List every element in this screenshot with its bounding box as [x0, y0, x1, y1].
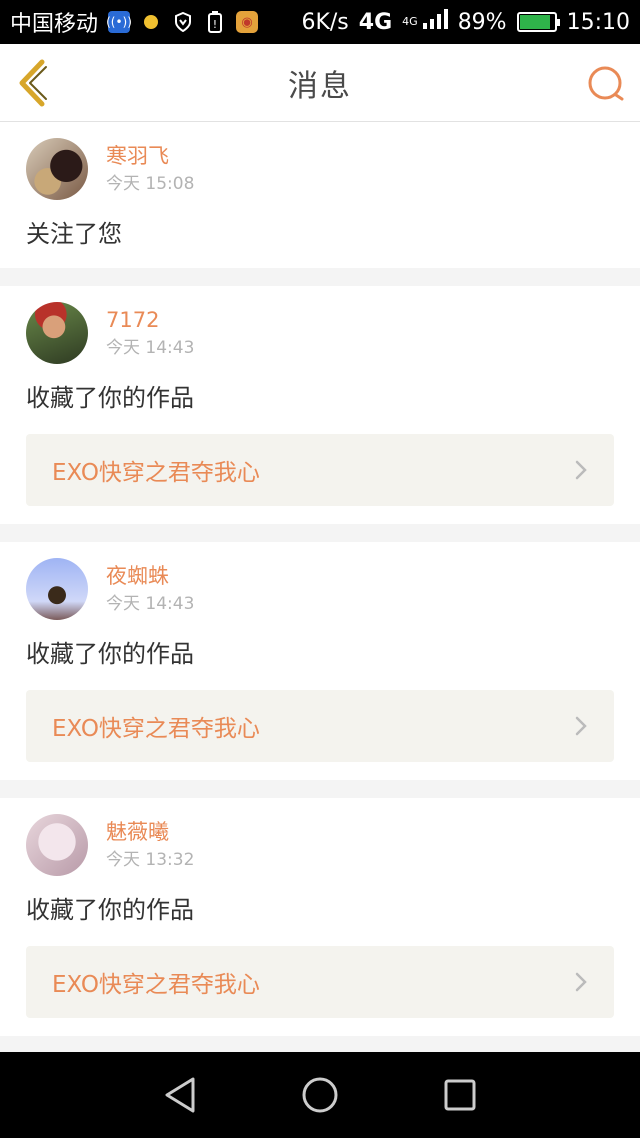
work-title: EXO快穿之君夺我心	[52, 460, 260, 486]
timestamp: 今天 14:43	[106, 338, 195, 358]
nav-home-button[interactable]	[300, 1075, 340, 1115]
action-text: 关注了您	[26, 220, 122, 248]
work-title: EXO快穿之君夺我心	[52, 972, 260, 998]
nav-recents-button[interactable]	[440, 1075, 480, 1115]
username[interactable]: 寒羽飞	[106, 142, 194, 170]
page-title: 消息	[288, 68, 352, 104]
avatar[interactable]	[26, 558, 88, 620]
action-text: 收藏了你的作品	[26, 640, 194, 668]
chevron-right-icon	[575, 460, 587, 480]
battery-percent: 89%	[457, 9, 507, 35]
work-link[interactable]: EXO快穿之君夺我心	[26, 690, 614, 762]
timestamp: 今天 14:43	[106, 594, 195, 614]
battery-fill	[519, 15, 550, 29]
message-item[interactable]: 寒羽飞 今天 15:08 关注了您	[0, 122, 640, 268]
status-bar: 中国移动 ((•)) ! ◉ 6K/s 4G 4G 89% 15:10	[0, 0, 640, 44]
username[interactable]: 魅薇曦	[106, 818, 194, 846]
chevron-right-icon	[575, 716, 587, 736]
message-item[interactable]: 7172 今天 14:43 收藏了你的作品 EXO快穿之君夺我心	[0, 286, 640, 524]
nav-back-button[interactable]	[160, 1075, 200, 1115]
username[interactable]: 夜蜘蛛	[106, 562, 194, 590]
avatar[interactable]	[26, 138, 88, 200]
notification-dot-icon	[140, 11, 162, 33]
work-title: EXO快穿之君夺我心	[52, 716, 260, 742]
shield-icon	[172, 11, 194, 33]
work-link[interactable]: EXO快穿之君夺我心	[26, 434, 614, 506]
work-link[interactable]: EXO快穿之君夺我心	[26, 946, 614, 1018]
signal-icon	[422, 9, 448, 35]
recents-square-icon	[444, 1079, 476, 1111]
network-speed: 6K/s	[301, 9, 349, 35]
back-triangle-icon	[165, 1077, 195, 1113]
timestamp: 今天 15:08	[106, 174, 195, 194]
avatar[interactable]	[26, 302, 88, 364]
action-text: 收藏了你的作品	[26, 896, 194, 924]
battery-icon	[516, 12, 560, 32]
wifi-hotspot-icon: ((•))	[106, 11, 132, 33]
network-type-small: 4G	[402, 15, 418, 28]
message-item[interactable]: 夜蜘蛛 今天 14:43 收藏了你的作品 EXO快穿之君夺我心	[0, 542, 640, 780]
avatar[interactable]	[26, 814, 88, 876]
message-item[interactable]: 魅薇曦 今天 13:32 收藏了你的作品 EXO快穿之君夺我心	[0, 798, 640, 1036]
chevron-right-icon	[575, 972, 587, 992]
timestamp: 今天 13:32	[106, 850, 195, 870]
clock: 15:10	[566, 9, 630, 35]
back-chevron-icon	[19, 59, 47, 107]
action-text: 收藏了你的作品	[26, 384, 194, 412]
system-nav-bar	[0, 1052, 640, 1138]
home-circle-icon	[302, 1077, 338, 1113]
network-type: 4G	[358, 9, 393, 35]
search-icon	[588, 66, 624, 101]
carrier-label: 中国移动	[10, 12, 99, 37]
search-button[interactable]	[586, 64, 626, 104]
username[interactable]: 7172	[106, 306, 194, 334]
svg-text:!: !	[213, 18, 217, 31]
weibo-icon: ◉	[236, 11, 259, 33]
battery-alert-icon: !	[204, 11, 226, 33]
message-list[interactable]: 寒羽飞 今天 15:08 关注了您 7172 今天 14:43 收藏了你的作品 …	[0, 122, 640, 1052]
app-bar: 消息	[0, 44, 640, 122]
back-button[interactable]	[12, 58, 56, 108]
